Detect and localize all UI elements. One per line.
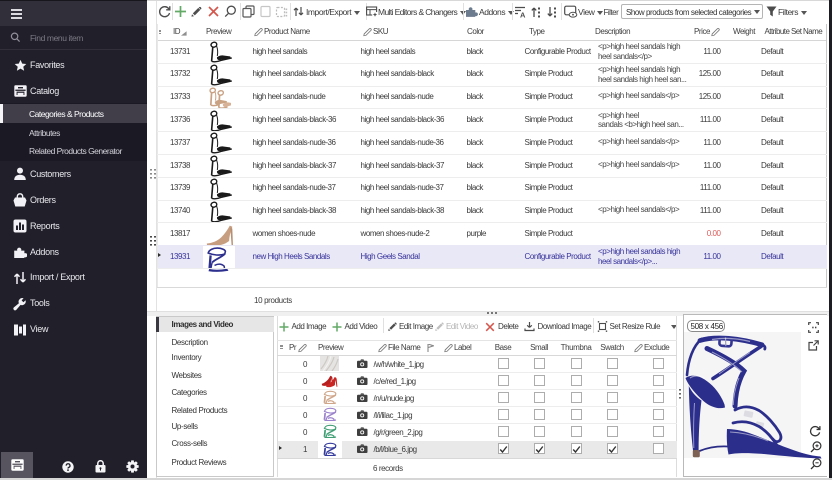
svg-text:A: A — [520, 11, 526, 19]
